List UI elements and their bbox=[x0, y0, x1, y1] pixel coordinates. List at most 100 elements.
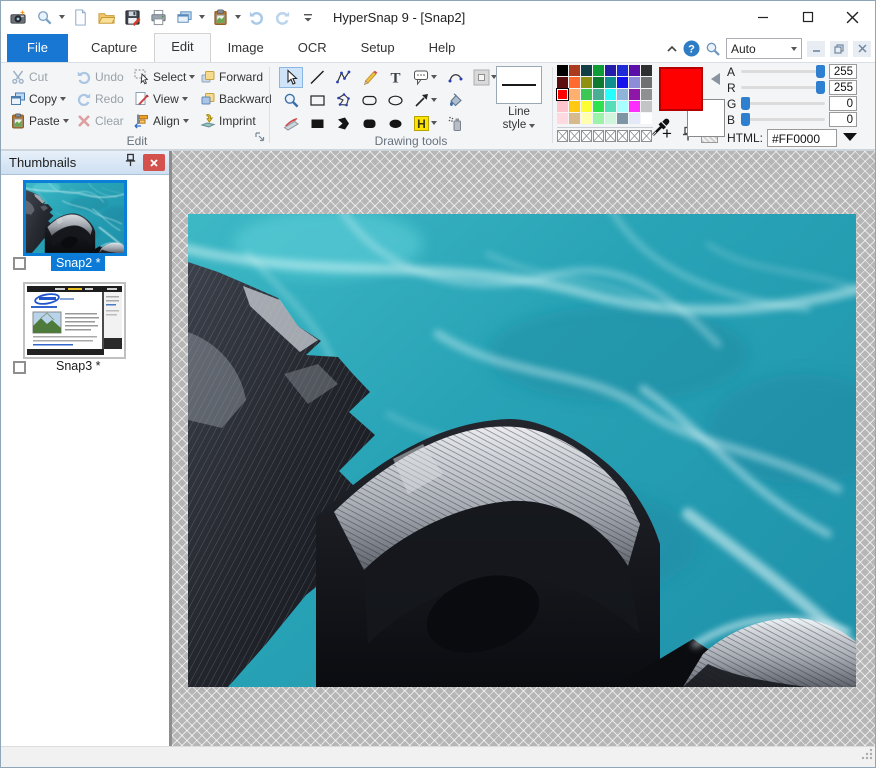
zoom-level-select[interactable]: Auto bbox=[726, 38, 802, 59]
palette-swatch[interactable] bbox=[629, 89, 640, 100]
qat-overflow-icon[interactable] bbox=[297, 6, 319, 28]
tool-curve-button[interactable] bbox=[443, 67, 467, 88]
view-button[interactable]: View bbox=[131, 88, 197, 110]
green-slider[interactable] bbox=[741, 97, 825, 110]
maximize-icon[interactable] bbox=[785, 1, 830, 33]
redo-icon[interactable] bbox=[271, 6, 293, 28]
palette-swatch[interactable] bbox=[569, 113, 580, 124]
palette-swatch[interactable] bbox=[617, 113, 628, 124]
undo-button[interactable]: Undo bbox=[73, 66, 131, 88]
palette-swatch[interactable] bbox=[593, 101, 604, 112]
transparent-swatch[interactable] bbox=[605, 130, 616, 142]
snap3-checkbox[interactable] bbox=[13, 361, 26, 374]
palette-swatch[interactable] bbox=[593, 113, 604, 124]
collapse-ribbon-icon[interactable] bbox=[666, 44, 678, 54]
clear-button[interactable]: Clear bbox=[73, 110, 131, 132]
minimize-icon[interactable] bbox=[740, 1, 785, 33]
tab-capture[interactable]: Capture bbox=[74, 34, 154, 62]
palette-swatch[interactable] bbox=[605, 77, 616, 88]
thumbnail-snap3[interactable] bbox=[23, 282, 126, 359]
align-button[interactable]: Align bbox=[131, 110, 197, 132]
palette-swatch[interactable] bbox=[605, 89, 616, 100]
hypersnap-camera-icon[interactable] bbox=[7, 6, 29, 28]
palette-swatch[interactable] bbox=[581, 65, 592, 76]
palette-swatch[interactable] bbox=[557, 77, 568, 88]
tab-setup[interactable]: Setup bbox=[344, 34, 412, 62]
paste-button[interactable]: Paste bbox=[7, 110, 73, 132]
close-icon[interactable] bbox=[830, 1, 875, 33]
zoom-icon[interactable] bbox=[705, 41, 721, 57]
palette-swatch[interactable] bbox=[581, 113, 592, 124]
tab-ocr[interactable]: OCR bbox=[281, 34, 344, 62]
blue-value[interactable]: 0 bbox=[829, 112, 857, 127]
print-icon[interactable] bbox=[147, 6, 169, 28]
tab-image[interactable]: Image bbox=[211, 34, 281, 62]
transparent-swatch[interactable] bbox=[629, 130, 640, 142]
zoom-tool-dropdown[interactable] bbox=[59, 15, 65, 19]
canvas-area[interactable] bbox=[172, 151, 875, 746]
redo-button[interactable]: Redo bbox=[73, 88, 131, 110]
transparent-swatch[interactable] bbox=[617, 130, 628, 142]
pin-panel-icon[interactable] bbox=[124, 153, 137, 173]
transparent-swatch[interactable] bbox=[569, 130, 580, 142]
palette-swatch[interactable] bbox=[557, 101, 568, 112]
tool-callout-button[interactable] bbox=[409, 67, 441, 88]
thumbnail-snap2[interactable] bbox=[23, 180, 127, 256]
palette-swatch[interactable] bbox=[629, 113, 640, 124]
tab-file[interactable]: File bbox=[7, 34, 68, 62]
paste-capture-icon[interactable] bbox=[209, 6, 231, 28]
cut-button[interactable]: Cut bbox=[7, 66, 73, 88]
html-color-input[interactable] bbox=[767, 129, 837, 147]
palette-swatch[interactable] bbox=[629, 101, 640, 112]
edit-dialog-launcher-icon[interactable] bbox=[255, 129, 265, 147]
palette-swatch[interactable] bbox=[605, 101, 616, 112]
palette-swatch[interactable] bbox=[593, 89, 604, 100]
doc-close-icon[interactable] bbox=[853, 41, 871, 57]
copy-button[interactable]: Copy bbox=[7, 88, 73, 110]
tool-filled-rounded-rectangle-button[interactable] bbox=[357, 113, 381, 134]
color-menu-dropdown-icon[interactable] bbox=[843, 133, 857, 141]
tool-line-button[interactable] bbox=[305, 67, 329, 88]
palette-swatch[interactable] bbox=[581, 101, 592, 112]
palette-swatch[interactable] bbox=[569, 101, 580, 112]
select-button[interactable]: Select bbox=[131, 66, 197, 88]
palette-swatch[interactable] bbox=[605, 113, 616, 124]
tool-arrow-button[interactable] bbox=[409, 90, 441, 111]
alpha-value[interactable]: 255 bbox=[829, 64, 857, 79]
resize-grip[interactable] bbox=[860, 747, 873, 765]
new-image-icon[interactable] bbox=[69, 6, 91, 28]
snap2-label[interactable]: Snap2 * bbox=[51, 256, 105, 271]
help-icon[interactable]: ? bbox=[683, 40, 700, 57]
tool-filled-ellipse-button[interactable] bbox=[383, 113, 407, 134]
palette-swatch[interactable] bbox=[581, 77, 592, 88]
palette-swatch[interactable] bbox=[569, 65, 580, 76]
palette-swatch[interactable] bbox=[617, 77, 628, 88]
tool-pencil-button[interactable] bbox=[357, 67, 381, 88]
undo-icon[interactable] bbox=[245, 6, 267, 28]
tab-help[interactable]: Help bbox=[412, 34, 473, 62]
tool-polygon-button[interactable] bbox=[331, 90, 355, 111]
tab-edit[interactable]: Edit bbox=[154, 33, 210, 62]
palette-swatch[interactable] bbox=[617, 89, 628, 100]
palette-swatch[interactable] bbox=[557, 65, 568, 76]
alpha-slider[interactable] bbox=[741, 65, 825, 78]
tool-rounded-rectangle-button[interactable] bbox=[357, 90, 381, 111]
palette-swatch[interactable] bbox=[641, 89, 652, 100]
palette-swatch[interactable] bbox=[629, 65, 640, 76]
palette-swatch[interactable] bbox=[641, 77, 652, 88]
palette-swatch[interactable] bbox=[557, 89, 568, 100]
red-slider[interactable] bbox=[741, 81, 825, 94]
doc-minimize-icon[interactable] bbox=[807, 41, 825, 57]
zoom-tool-icon[interactable] bbox=[33, 6, 55, 28]
tool-text-button[interactable]: T bbox=[383, 67, 407, 88]
palette-swatch[interactable] bbox=[641, 65, 652, 76]
tool-eraser-button[interactable] bbox=[279, 113, 303, 134]
palette-swatch[interactable] bbox=[617, 65, 628, 76]
line-style-button[interactable]: Line style bbox=[493, 66, 545, 132]
palette-swatch[interactable] bbox=[569, 77, 580, 88]
tool-filled-rectangle-button[interactable] bbox=[305, 113, 329, 134]
palette-swatch[interactable] bbox=[629, 77, 640, 88]
palette-swatch[interactable] bbox=[569, 89, 580, 100]
palette-swatch[interactable] bbox=[593, 65, 604, 76]
capture-window-dropdown[interactable] bbox=[199, 15, 205, 19]
